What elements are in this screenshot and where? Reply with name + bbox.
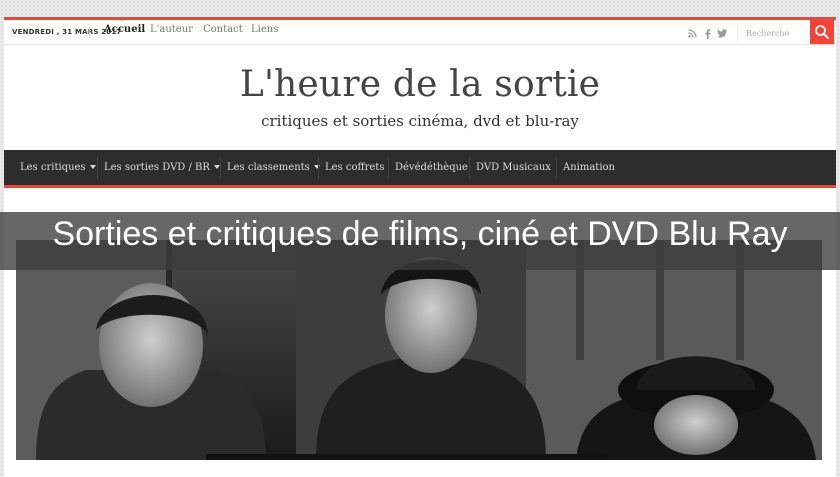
nav-item-label: Les critiques: [20, 162, 86, 173]
top-nav-auteur[interactable]: L'auteur: [150, 24, 193, 35]
site-title[interactable]: L'heure de la sortie: [4, 64, 836, 105]
nav-item-animation[interactable]: Animation: [563, 150, 615, 185]
film-still-image: [16, 240, 822, 460]
search-icon: [815, 25, 829, 39]
banner-title: Sorties et critiques de films, ciné et D…: [52, 215, 788, 253]
nav-item-label: Les classements: [227, 162, 310, 173]
main-nav: Les critiques Les sorties DVD / BR Les c…: [4, 150, 836, 188]
nav-item-les-classements[interactable]: Les classements: [227, 150, 320, 185]
nav-divider: [220, 157, 221, 179]
nav-item-les-critiques[interactable]: Les critiques: [20, 150, 96, 185]
site-tagline: critiques et sorties cinéma, dvd et blu-…: [261, 112, 579, 130]
rss-icon[interactable]: [688, 29, 697, 41]
top-bar: VENDREDI , 31 MARS 2017 Accueil L'auteur…: [4, 17, 836, 45]
nav-divider: [469, 157, 470, 179]
search-button[interactable]: [810, 20, 834, 44]
top-nav-contact[interactable]: Contact: [203, 24, 243, 35]
nav-item-dvd-musicaux[interactable]: DVD Musicaux: [476, 150, 551, 185]
chevron-down-icon: [89, 164, 96, 169]
divider: [89, 27, 90, 38]
search-input[interactable]: [746, 27, 804, 39]
top-nav-accueil[interactable]: Accueil: [104, 24, 145, 35]
facebook-icon[interactable]: [704, 29, 711, 42]
nav-item-devedetheque[interactable]: Dévédéthèque: [395, 150, 468, 185]
hero-banner: Sorties et critiques de films, ciné et D…: [0, 212, 840, 270]
nav-divider: [318, 157, 319, 179]
active-indicator-icon: [118, 17, 126, 21]
search-box: [737, 23, 808, 43]
nav-item-label: Les sorties DVD / BR: [104, 162, 210, 173]
nav-item-les-coffrets[interactable]: Les coffrets: [325, 150, 384, 185]
top-nav-liens[interactable]: Liens: [251, 24, 278, 35]
twitter-icon[interactable]: [717, 29, 727, 41]
nav-item-sorties-dvd-br[interactable]: Les sorties DVD / BR: [104, 150, 220, 185]
nav-divider: [388, 157, 389, 179]
nav-divider: [556, 157, 557, 179]
nav-divider: [97, 157, 98, 179]
hero-film-still[interactable]: [16, 240, 822, 460]
